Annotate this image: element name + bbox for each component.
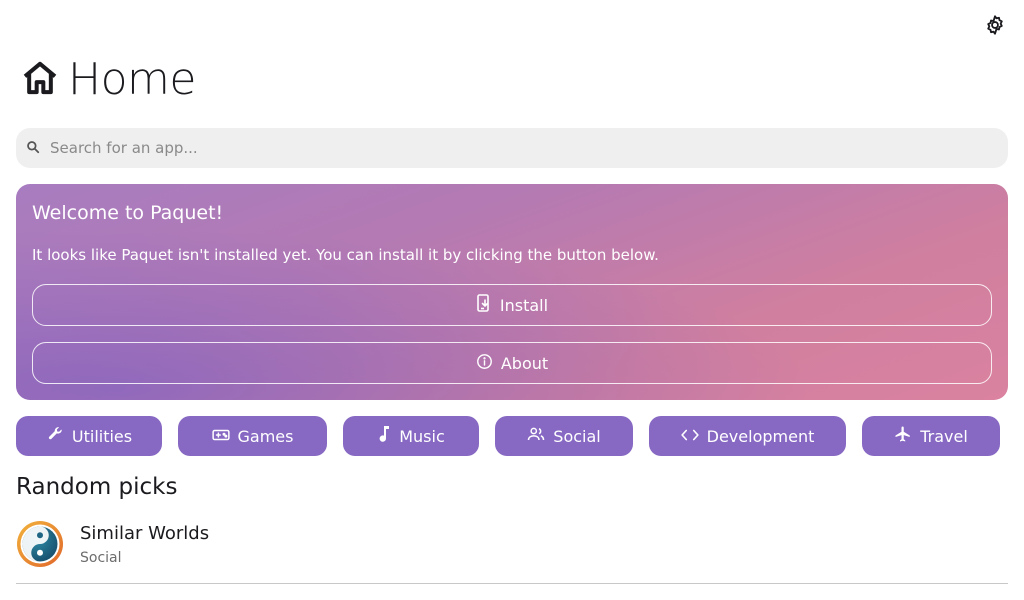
page-title: Home (68, 54, 196, 105)
category-music[interactable]: Music (343, 416, 479, 456)
people-icon (527, 426, 545, 446)
chip-label: Travel (920, 426, 968, 446)
install-phone-icon (476, 294, 492, 316)
chip-label: Music (399, 426, 445, 446)
search-bar[interactable] (16, 128, 1008, 168)
category-games[interactable]: Games (178, 416, 327, 456)
similar-worlds-logo (16, 520, 64, 568)
airplane-icon (894, 425, 912, 447)
page-header: Home (20, 58, 196, 102)
music-note-icon (377, 425, 391, 447)
about-button[interactable]: About (32, 342, 992, 384)
app-list-item[interactable]: Similar Worlds Social (16, 514, 1008, 584)
category-travel[interactable]: Travel (862, 416, 1000, 456)
code-icon (680, 427, 699, 446)
info-icon (476, 353, 493, 374)
install-button[interactable]: Install (32, 284, 992, 326)
about-label: About (500, 353, 549, 373)
category-chips: Utilities Games Music Social Development… (16, 416, 1008, 456)
home-page: Home Welcome to Paquet! It looks like Pa… (0, 0, 1024, 600)
app-category: Social (80, 550, 122, 566)
settings-button[interactable] (982, 14, 1008, 40)
category-development[interactable]: Development (649, 416, 846, 456)
category-social[interactable]: Social (495, 416, 633, 456)
chip-label: Development (706, 426, 815, 446)
gamepad-icon (211, 427, 230, 446)
welcome-message: It looks like Paquet isn't installed yet… (32, 246, 659, 264)
gear-icon (984, 14, 1006, 40)
chip-label: Games (237, 426, 294, 446)
chip-label: Social (553, 426, 601, 446)
chip-label: Utilities (71, 426, 133, 446)
install-label: Install (499, 295, 549, 315)
search-icon (26, 139, 40, 158)
welcome-card: Welcome to Paquet! It looks like Paquet … (16, 184, 1008, 400)
search-input[interactable] (50, 139, 970, 157)
app-name: Similar Worlds (80, 523, 210, 544)
welcome-title: Welcome to Paquet! (32, 202, 224, 224)
wrench-icon (46, 425, 64, 447)
category-utilities[interactable]: Utilities (16, 416, 162, 456)
home-icon (20, 58, 60, 102)
random-picks-title: Random picks (16, 474, 178, 500)
